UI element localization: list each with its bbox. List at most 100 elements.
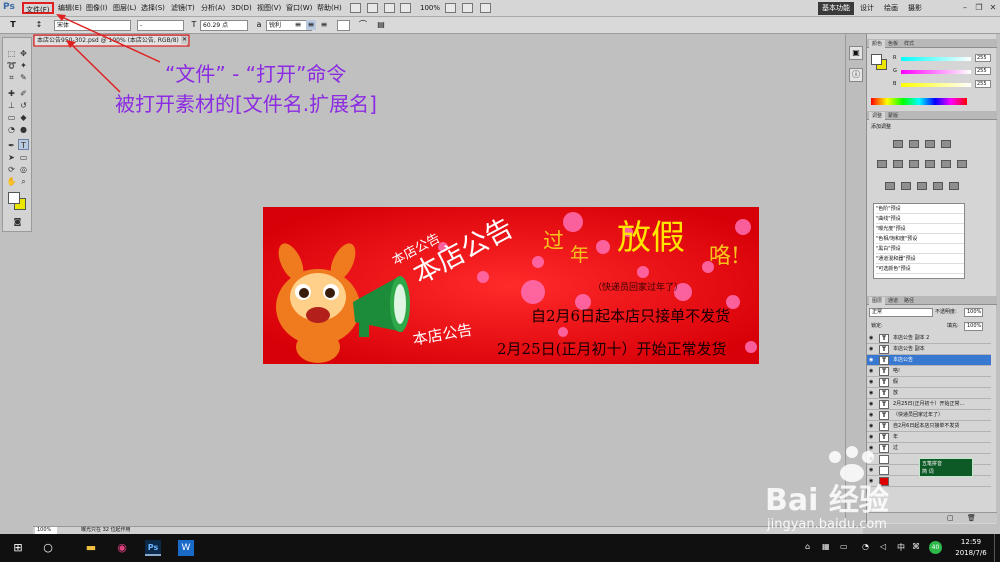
- menu-window[interactable]: 窗口(W): [284, 2, 314, 14]
- align-left-icon[interactable]: ≡: [293, 20, 303, 30]
- document-tab-close-icon[interactable]: ✕: [181, 36, 188, 44]
- dodge-tool-icon[interactable]: ●: [18, 124, 29, 135]
- 3d-rotate-icon[interactable]: ⟳: [6, 164, 17, 175]
- status-zoom-field[interactable]: 100%: [35, 527, 57, 534]
- magic-wand-icon[interactable]: ✦: [18, 60, 29, 71]
- healing-brush-icon[interactable]: ✚: [6, 88, 17, 99]
- path-selection-icon[interactable]: ➤: [6, 152, 17, 163]
- eye-icon[interactable]: ◉: [869, 368, 875, 374]
- volume-icon[interactable]: ◁: [880, 542, 886, 551]
- document-canvas[interactable]: 本店公告 本店公告 本店公告 过 年 放假 咯! （快递员回家过年了） 自2月6…: [263, 207, 759, 364]
- zoom-level-select[interactable]: 100%: [418, 2, 442, 14]
- tab-masks[interactable]: 蒙版: [885, 112, 901, 120]
- menu-analysis[interactable]: 分析(A): [199, 2, 227, 14]
- tab-paths[interactable]: 路径: [901, 297, 917, 305]
- ime-tray-icon[interactable]: 中: [897, 542, 905, 553]
- color-app-icon[interactable]: ◉: [114, 540, 130, 556]
- minimize-icon[interactable]: –: [960, 3, 970, 13]
- trash-icon[interactable]: 🗑: [967, 514, 976, 522]
- menu-layer[interactable]: 图层(L): [111, 2, 138, 14]
- color-g-value[interactable]: 255: [975, 67, 991, 75]
- tab-swatches[interactable]: 色板: [885, 40, 901, 48]
- eye-icon[interactable]: ◉: [869, 412, 875, 418]
- people-icon[interactable]: ⌂: [805, 542, 810, 551]
- preset-black-white[interactable]: "黑白"预设: [876, 245, 964, 254]
- hand-tool-icon[interactable]: [384, 3, 395, 13]
- eye-icon[interactable]: ◉: [869, 346, 875, 352]
- screen-mode-icon[interactable]: [462, 3, 473, 13]
- workspace-painting[interactable]: 绘画: [880, 2, 902, 15]
- arrange-documents-icon[interactable]: [445, 3, 456, 13]
- tab-channels[interactable]: 通道: [885, 297, 901, 305]
- file-explorer-icon[interactable]: ▬: [83, 540, 99, 556]
- layer-row[interactable]: ◉: [867, 476, 991, 487]
- posterize-icon[interactable]: [901, 182, 911, 190]
- eye-icon[interactable]: ◉: [869, 478, 875, 484]
- tab-layers[interactable]: 图层: [869, 297, 886, 305]
- eye-icon[interactable]: ◉: [869, 390, 875, 396]
- type-tool-icon[interactable]: T: [18, 139, 29, 150]
- vibrance-icon[interactable]: [877, 160, 887, 168]
- invert-icon[interactable]: [885, 182, 895, 190]
- menu-file[interactable]: 文件(F): [22, 2, 54, 14]
- menu-select[interactable]: 选择(S): [139, 2, 167, 14]
- selective-color-icon[interactable]: [949, 182, 959, 190]
- eraser-tool-icon[interactable]: ▭: [6, 112, 17, 123]
- text-orientation-icon[interactable]: ↕: [34, 20, 44, 30]
- preset-channel-mixer[interactable]: "通道混和器"预设: [876, 255, 964, 264]
- blend-mode-select[interactable]: 正常: [869, 308, 933, 317]
- hand-tool-icon[interactable]: ✋: [6, 176, 17, 187]
- layer-row[interactable]: ◉ T 本店公告 副本 2: [867, 333, 991, 344]
- eye-icon[interactable]: ◉: [869, 423, 875, 429]
- lasso-tool-icon[interactable]: ➰: [6, 60, 17, 71]
- quick-mask-icon[interactable]: ◙: [12, 216, 23, 227]
- font-style-select[interactable]: -: [137, 20, 184, 31]
- layer-row[interactable]: ◉ T 2月25日(正月初十）开始正常...: [867, 399, 991, 410]
- preset-exposure[interactable]: "曝光度"预设: [876, 225, 964, 234]
- text-color-swatch[interactable]: [337, 20, 350, 31]
- tab-adjustments[interactable]: 调整: [869, 112, 886, 120]
- font-family-select[interactable]: 宋体: [54, 20, 131, 31]
- layer-row[interactable]: ◉ T 本店公告 副本: [867, 344, 991, 355]
- workspace-design[interactable]: 设计: [856, 2, 878, 15]
- warp-text-icon[interactable]: ⌒: [358, 20, 368, 30]
- channel-mixer-icon[interactable]: [957, 160, 967, 168]
- history-panel-icon[interactable]: ▣: [849, 46, 863, 60]
- menu-help[interactable]: 帮助(H): [315, 2, 344, 14]
- eye-icon[interactable]: ◉: [869, 357, 875, 363]
- menu-view[interactable]: 视图(V): [255, 2, 283, 14]
- photoshop-taskbar-icon[interactable]: Ps: [145, 540, 161, 556]
- document-tab[interactable]: 本店公告950-302.psd @ 100% (本店公告, RGB/8): [33, 35, 188, 46]
- move-tool-icon[interactable]: ✥: [18, 48, 29, 59]
- tab-styles[interactable]: 样式: [901, 40, 917, 48]
- 3d-orbit-icon[interactable]: ◎: [18, 164, 29, 175]
- foreground-color-swatch[interactable]: [8, 192, 20, 204]
- hue-saturation-icon[interactable]: [893, 160, 903, 168]
- black-white-icon[interactable]: [925, 160, 935, 168]
- layer-row[interactable]: ◉ T 咯!: [867, 366, 991, 377]
- layer-row[interactable]: ◉ T 本店公告: [867, 355, 991, 366]
- shape-tool-icon[interactable]: ▭: [18, 152, 29, 163]
- marquee-tool-icon[interactable]: ⬚: [6, 48, 17, 59]
- exposure-icon[interactable]: [941, 140, 951, 148]
- layer-row[interactable]: ◉ T 自2月6日起本店只接单不发货: [867, 421, 991, 432]
- threshold-icon[interactable]: [917, 182, 927, 190]
- paint-bucket-icon[interactable]: ◆: [18, 112, 29, 123]
- color-fg-swatch[interactable]: [871, 54, 882, 65]
- opacity-field[interactable]: 100%: [964, 308, 983, 317]
- color-r-value[interactable]: 255: [975, 54, 991, 62]
- bridge-icon[interactable]: [350, 3, 361, 13]
- levels-icon[interactable]: [909, 140, 919, 148]
- start-icon[interactable]: ⊞: [10, 540, 26, 556]
- workspace-photo[interactable]: 摄影: [904, 2, 926, 15]
- eye-icon[interactable]: ◉: [869, 434, 875, 440]
- zoom-tool-icon[interactable]: [400, 3, 411, 13]
- fill-field[interactable]: 100%: [964, 322, 983, 331]
- workspace-basic[interactable]: 基本功能: [818, 2, 854, 15]
- color-b-value[interactable]: 255: [975, 80, 991, 88]
- history-brush-icon[interactable]: ↺: [18, 100, 29, 111]
- preset-levels[interactable]: "色阶"预设: [876, 205, 964, 214]
- brightness-icon[interactable]: [893, 140, 903, 148]
- battery-icon[interactable]: ▭: [840, 542, 848, 551]
- eye-icon[interactable]: ◉: [869, 379, 875, 385]
